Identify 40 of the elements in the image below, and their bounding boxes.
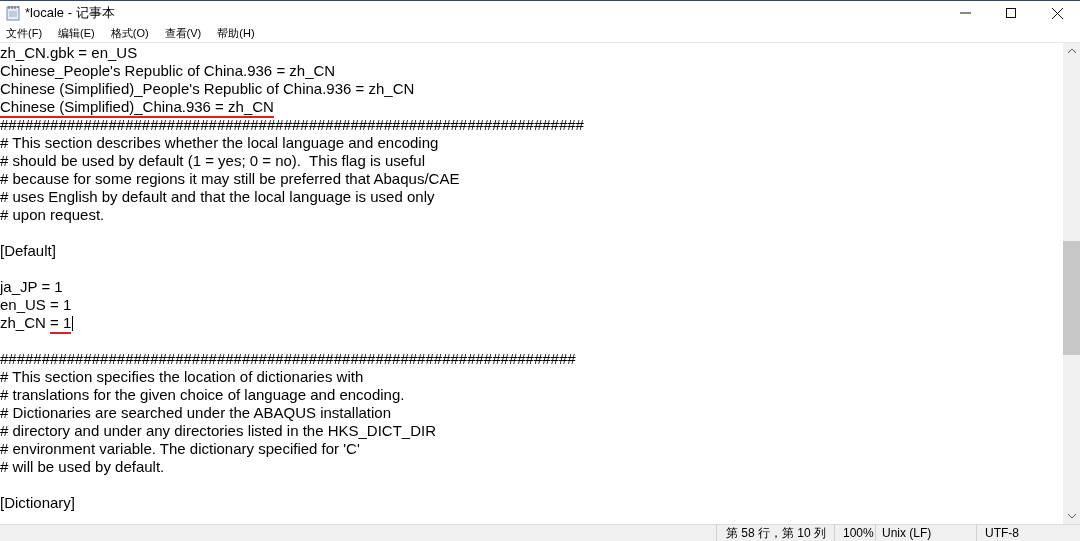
text-line: # environment variable. The dictionary specified for 'C' (0, 440, 361, 458)
menu-item[interactable]: 帮助(H) (211, 25, 261, 42)
close-icon (1051, 7, 1063, 19)
minimize-icon (959, 12, 971, 14)
encoding: UTF-8 (985, 526, 1019, 540)
text-line: # This section describes whether the local language and encoding (0, 134, 440, 152)
text-line: # will be used by default. (0, 458, 166, 476)
menu-item[interactable]: 文件(F) (0, 25, 49, 42)
text-line: # because for some regions it may still be preferred that Abaqus/CAE (0, 170, 461, 188)
text-line: ja_JP = 1 (0, 278, 64, 296)
text-line: # directory and under any directories listed in the HKS_DICT_DIR (0, 422, 438, 440)
menu-item[interactable]: 查看(V) (158, 25, 208, 42)
scrollbar-thumb[interactable] (1063, 241, 1080, 355)
zoom-level: 100% (843, 526, 874, 540)
text-line: # should be used by default (1 = yes; 0 = no). This flag is useful (0, 152, 426, 170)
text-line: en_US = 1 (0, 296, 73, 314)
text-line: # upon request. (0, 206, 106, 224)
text-line: Chinese_People's Republic of China.936 = zh_CN (0, 62, 337, 80)
scroll-up-icon[interactable] (1067, 48, 1076, 53)
text-line: zh_CN = 1 (0, 314, 1063, 332)
text-line: zh_CN.gbk = en_US (0, 44, 139, 62)
text-line: [Dictionary] (0, 494, 77, 512)
text-line: [Default] (0, 242, 57, 260)
text-line: # This section specifies the location of dictionaries with (0, 368, 365, 386)
cursor-position: 第 58 行，第 10 列 (726, 526, 827, 540)
scrollbar[interactable] (1063, 43, 1080, 524)
maximize-icon (1006, 8, 1016, 18)
text-line: Chinese (Simplified)_People's Republic of China.936 = zh_CN (0, 80, 416, 98)
text-line: Chinese (Simplified)_China.936 = zh_CN (0, 98, 1063, 116)
line-ending: Unix (LF) (882, 526, 932, 540)
notepad-icon (6, 5, 20, 21)
menu-item[interactable]: 格式(O) (104, 25, 155, 42)
text-line: ##################################################################### (0, 350, 577, 368)
menu-item[interactable]: 编辑(E) (52, 25, 101, 42)
scroll-down-icon[interactable] (1067, 514, 1076, 519)
window-title: *locale - 记事本 (25, 4, 115, 23)
text-line: ###################################################################### (0, 116, 585, 134)
text-line: # Dictionaries are searched under the ABAQUS installation (0, 404, 393, 422)
text-line: # uses English by default and that the local language is used only (0, 188, 436, 206)
text-line: # translations for the given choice of language and encoding. (0, 386, 406, 404)
